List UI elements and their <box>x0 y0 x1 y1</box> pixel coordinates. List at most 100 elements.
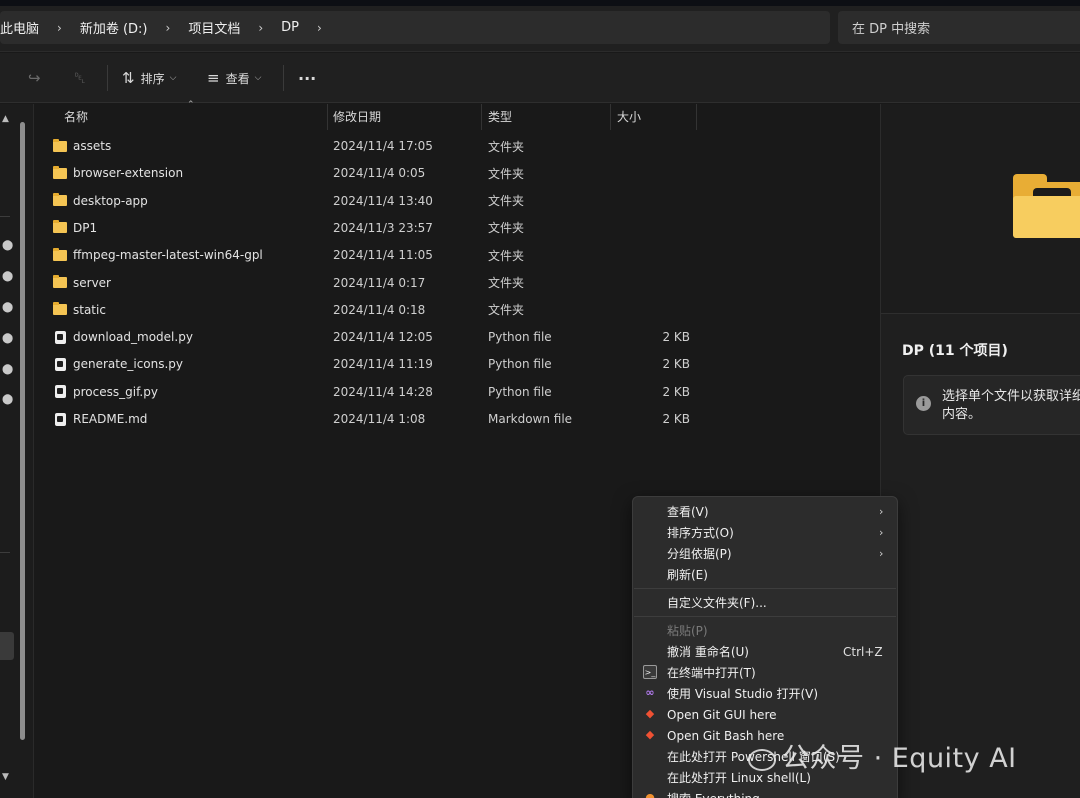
column-divider[interactable] <box>696 104 697 130</box>
pin-icon: ⬤ <box>2 364 14 375</box>
chevron-right-icon[interactable]: › <box>301 21 338 35</box>
menu-item-sort[interactable]: 排序方式(O) › <box>637 522 893 543</box>
menu-item-view[interactable]: 查看(V) › <box>637 501 893 522</box>
menu-item-group[interactable]: 分组依据(P) › <box>637 543 893 564</box>
file-row[interactable]: generate_icons.py 2024/11/4 11:19 Python f… <box>45 351 715 377</box>
menu-item-refresh[interactable]: 刷新(E) <box>637 564 893 585</box>
pin-icon: ⬤ <box>2 271 14 282</box>
toolbar-divider <box>107 65 108 91</box>
file-date: 2024/11/4 12:05 <box>333 330 433 345</box>
file-icon <box>55 330 66 344</box>
file-row[interactable]: assets 2024/11/4 17:05 文件夹 <box>45 133 715 159</box>
file-icon <box>55 357 66 371</box>
search-input[interactable]: 在 DP 中搜索 <box>838 11 1080 44</box>
git-icon: ◆ <box>645 728 655 741</box>
address-bar[interactable]: 此电脑 › 新加卷 (D:) › 项目文档 › DP › <box>0 11 830 44</box>
file-name: download_model.py <box>53 330 193 344</box>
scroll-up-icon[interactable]: ▲ <box>2 114 9 124</box>
menu-item-shortcut: Ctrl+Z <box>843 644 883 659</box>
chevron-right-icon[interactable]: › <box>41 21 78 35</box>
file-date: 2024/11/4 17:05 <box>333 139 433 153</box>
file-name: static <box>53 302 106 317</box>
file-type: Markdown file <box>488 412 573 426</box>
pin-icon: ⬤ <box>2 302 14 313</box>
file-row[interactable]: DP1 2024/11/3 23:57 文件夹 <box>45 215 715 241</box>
file-type: Python file <box>488 357 552 372</box>
sort-icon: ⇅ <box>122 69 135 87</box>
file-row[interactable]: download_model.py 2024/11/4 12:05 Python f… <box>45 324 715 350</box>
toolbar-divider <box>283 65 284 91</box>
file-name-text: desktop-app <box>73 193 148 208</box>
chevron-right-icon[interactable]: › <box>242 21 279 35</box>
visual-studio-icon: ∞ <box>645 686 655 699</box>
share-button[interactable]: ↪ <box>28 53 47 103</box>
file-row[interactable]: process_gif.py 2024/11/4 14:28 Python file… <box>45 379 715 405</box>
menu-item-customize-folder[interactable]: 自定义文件夹(F)... <box>637 592 893 613</box>
file-type: Python file <box>488 384 552 399</box>
file-name-text: download_model.py <box>73 330 193 345</box>
scroll-down-icon[interactable]: ▼ <box>2 772 9 782</box>
file-size: 2 KB <box>662 384 690 399</box>
git-icon: ◆ <box>645 707 655 720</box>
file-name: ffmpeg-master-latest-win64-gpl <box>53 247 263 263</box>
file-type: 文件夹 <box>488 194 525 209</box>
nav-scrollbar[interactable] <box>20 122 25 740</box>
file-type: Python file <box>488 330 552 345</box>
file-row[interactable]: browser-extension 2024/11/4 0:05 文件夹 <box>45 160 715 186</box>
menu-item-open-visual-studio[interactable]: ∞ 使用 Visual Studio 打开(V) <box>637 683 893 704</box>
file-size: 2 KB <box>662 330 690 345</box>
menu-divider <box>634 588 896 589</box>
file-row[interactable]: ffmpeg-master-latest-win64-gpl 2024/11/4 … <box>45 242 715 268</box>
file-date: 2024/11/4 0:05 <box>333 166 426 181</box>
file-row[interactable]: server 2024/11/4 0:17 文件夹 <box>45 270 715 296</box>
folder-icon <box>53 193 67 207</box>
share-icon: ↪ <box>28 69 41 87</box>
file-row[interactable]: README.md 2024/11/4 1:08 Markdown file 2 KB <box>45 406 715 432</box>
details-title: DP (11 个项目) <box>902 343 1008 359</box>
file-date: 2024/11/4 1:08 <box>333 412 426 426</box>
file-row[interactable]: static 2024/11/4 0:18 文件夹 <box>45 297 715 323</box>
more-options-button[interactable]: ··· <box>298 53 316 103</box>
file-name: generate_icons.py <box>53 357 183 371</box>
breadcrumb-dp[interactable]: DP <box>279 20 301 35</box>
delete-button[interactable]: ␡ <box>74 53 92 103</box>
column-header-size[interactable]: 大小 <box>611 104 641 130</box>
menu-item-label: 刷新(E) <box>667 568 708 582</box>
file-name: README.md <box>53 412 147 426</box>
file-name-text: DP1 <box>73 220 98 235</box>
menu-divider <box>634 616 896 617</box>
menu-item-paste: 粘贴(P) <box>637 620 893 641</box>
column-header-name[interactable]: 名称 <box>58 104 88 130</box>
file-type: 文件夹 <box>488 276 525 290</box>
view-button[interactable]: ≡ 查看 ⌵ <box>207 53 261 103</box>
file-name-text: README.md <box>73 412 148 426</box>
column-header-date[interactable]: 修改日期 <box>327 104 381 130</box>
menu-item-label: 搜索 Everything <box>667 790 760 798</box>
sort-button[interactable]: ⇅ 排序 ⌵ <box>122 53 176 103</box>
column-header-type[interactable]: 类型 <box>482 104 512 130</box>
file-row[interactable]: desktop-app 2024/11/4 13:40 文件夹 <box>45 188 715 214</box>
breadcrumb-project-docs[interactable]: 项目文档 <box>186 18 242 37</box>
file-type: 文件夹 <box>488 303 525 318</box>
file-name: DP1 <box>53 220 98 235</box>
file-name-text: ffmpeg-master-latest-win64-gpl <box>73 248 263 263</box>
pin-icon: ⬤ <box>2 240 14 251</box>
file-icon <box>55 385 66 399</box>
file-name-text: server <box>73 275 111 290</box>
chevron-right-icon[interactable]: › <box>150 21 187 35</box>
file-size: 2 KB <box>662 412 690 426</box>
menu-item-open-terminal[interactable]: >_ 在终端中打开(T) <box>637 662 893 683</box>
breadcrumb-drive-d[interactable]: 新加卷 (D:) <box>78 18 150 37</box>
breadcrumb-this-pc[interactable]: 此电脑 <box>0 18 41 37</box>
menu-item-label: 使用 Visual Studio 打开(V) <box>667 687 819 701</box>
nav-selected-item[interactable] <box>0 632 14 660</box>
chevron-right-icon: › <box>879 505 884 518</box>
file-date: 2024/11/4 0:17 <box>333 275 426 290</box>
pin-icon: ⬤ <box>2 333 14 344</box>
file-name: server <box>53 275 111 290</box>
menu-item-search-everything[interactable]: ● 搜索 Everything <box>637 788 893 798</box>
file-date: 2024/11/4 13:40 <box>333 193 433 208</box>
menu-item-git-gui[interactable]: ◆ Open Git GUI here <box>637 704 893 725</box>
menu-item-undo-rename[interactable]: 撤消 重命名(U) Ctrl+Z <box>637 641 893 662</box>
info-icon: i <box>916 396 931 411</box>
